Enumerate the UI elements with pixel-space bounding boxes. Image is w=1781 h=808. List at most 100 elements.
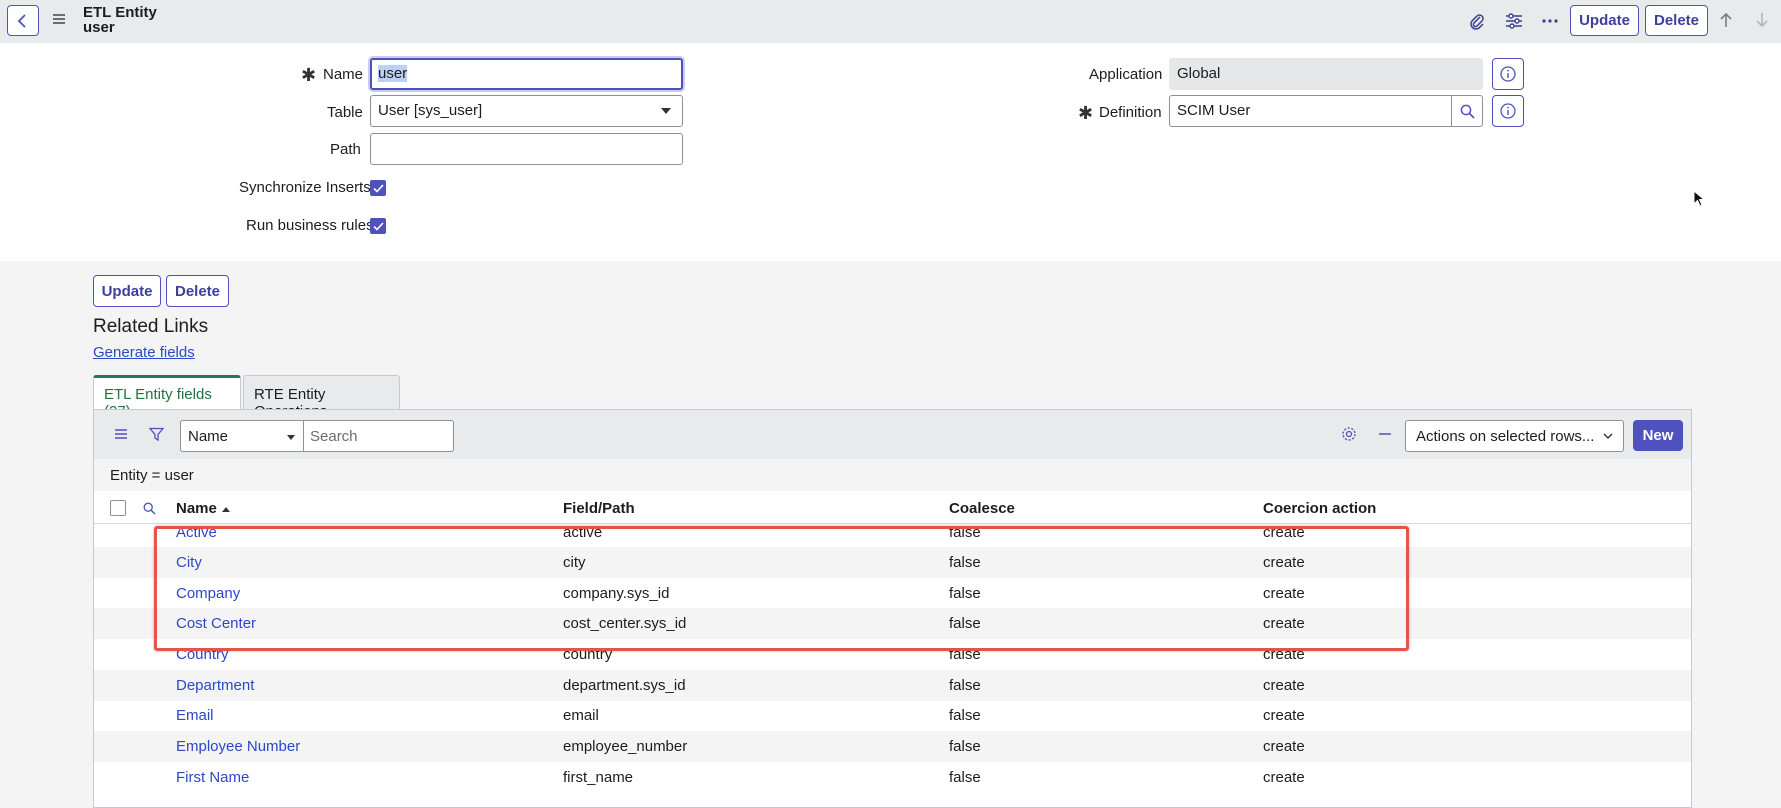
required-asterisk-icon: ✱ xyxy=(301,65,317,85)
definition-info-button[interactable] xyxy=(1492,95,1524,127)
row-coercion: create xyxy=(1263,646,1305,663)
checkmark-icon xyxy=(372,221,384,231)
table-row: City city false create xyxy=(94,547,1691,578)
gear-icon[interactable] xyxy=(1340,425,1358,443)
more-options-icon[interactable] xyxy=(1540,11,1560,31)
bottom-update-button[interactable]: Update xyxy=(93,275,161,307)
context-menu-icon[interactable] xyxy=(51,11,67,27)
row-coalesce: false xyxy=(949,554,981,571)
chevron-down-icon xyxy=(1603,433,1613,439)
row-coalesce: false xyxy=(949,707,981,724)
row-coalesce: false xyxy=(949,646,981,663)
row-name-link[interactable]: Email xyxy=(176,707,214,724)
row-name-link[interactable]: Company xyxy=(176,585,240,602)
name-input[interactable]: user xyxy=(370,58,683,90)
actions-select[interactable]: Actions on selected rows... xyxy=(1405,420,1624,452)
info-icon xyxy=(1500,103,1516,119)
column-header-field-path[interactable]: Field/Path xyxy=(563,500,635,517)
application-value: Global xyxy=(1177,65,1221,82)
search-placeholder: Search xyxy=(310,428,358,445)
list-search-input[interactable]: Search xyxy=(304,420,454,452)
list-menu-icon[interactable] xyxy=(112,425,130,443)
table-row: Cost Center cost_center.sys_id false cre… xyxy=(94,608,1691,639)
row-name-link[interactable]: First Name xyxy=(176,769,249,786)
bottom-delete-button[interactable]: Delete xyxy=(166,275,229,307)
table-row: Department department.sys_id false creat… xyxy=(94,670,1691,701)
run-rules-label: Run business rules xyxy=(246,217,374,234)
info-icon xyxy=(1500,66,1516,82)
row-name-link[interactable]: Cost Center xyxy=(176,615,256,632)
search-field-select[interactable]: Name xyxy=(180,420,304,452)
path-input[interactable] xyxy=(370,133,683,165)
row-path: department.sys_id xyxy=(563,677,686,694)
row-path: email xyxy=(563,707,599,724)
definition-value: SCIM User xyxy=(1177,102,1251,119)
back-button[interactable] xyxy=(7,5,39,36)
delete-button[interactable]: Delete xyxy=(1645,5,1708,36)
arrow-down-icon[interactable] xyxy=(1753,11,1771,29)
column-header-name-label: Name xyxy=(176,500,217,517)
filter-icon[interactable] xyxy=(147,425,165,443)
sync-inserts-label: Synchronize Inserts xyxy=(239,179,371,196)
application-field: Global xyxy=(1169,58,1483,90)
chevron-left-icon xyxy=(17,13,26,28)
row-name-link[interactable]: Employee Number xyxy=(176,738,300,755)
paperclip-icon[interactable] xyxy=(1467,11,1487,31)
sort-ascending-icon xyxy=(221,506,230,512)
sliders-icon[interactable] xyxy=(1504,11,1524,31)
row-name-link[interactable]: Department xyxy=(176,677,254,694)
chevron-down-icon xyxy=(287,435,295,440)
row-coercion: create xyxy=(1263,524,1305,541)
related-list: Name Search Actions on selected rows... … xyxy=(93,409,1692,808)
row-coalesce: false xyxy=(949,524,981,541)
column-header-name[interactable]: Name xyxy=(176,500,230,517)
column-header-coalesce[interactable]: Coalesce xyxy=(949,500,1015,517)
definition-label: Definition xyxy=(1099,104,1162,121)
run-rules-checkbox[interactable] xyxy=(370,218,386,234)
select-all-checkbox[interactable] xyxy=(110,500,126,516)
page-title: ETL Entity user xyxy=(83,5,157,35)
row-coercion: create xyxy=(1263,615,1305,632)
name-label: Name xyxy=(323,66,364,83)
row-coercion: create xyxy=(1263,677,1305,694)
row-coalesce: false xyxy=(949,769,981,786)
actions-value: Actions on selected rows... xyxy=(1416,428,1595,445)
row-coercion: create xyxy=(1263,738,1305,755)
row-coalesce: false xyxy=(949,615,981,632)
collapse-icon[interactable] xyxy=(1376,425,1394,443)
table-select[interactable]: User [sys_user] xyxy=(370,95,683,127)
mouse-cursor-icon xyxy=(1693,190,1705,207)
related-links-title: Related Links xyxy=(93,316,209,337)
definition-input[interactable]: SCIM User xyxy=(1169,95,1452,127)
record-form: ✱ Name user Table User [sys_user] Path S… xyxy=(0,43,1781,261)
sync-inserts-checkbox[interactable] xyxy=(370,180,386,196)
form-header: ETL Entity user Update Delete xyxy=(0,0,1781,43)
row-path: city xyxy=(563,554,586,571)
new-button[interactable]: New xyxy=(1633,420,1683,451)
application-info-button[interactable] xyxy=(1492,58,1524,90)
search-icon[interactable] xyxy=(140,499,158,517)
table-row: Country country false create xyxy=(94,639,1691,670)
column-header-coercion-action[interactable]: Coercion action xyxy=(1263,500,1376,517)
row-name-link[interactable]: City xyxy=(176,554,202,571)
row-coercion: create xyxy=(1263,554,1305,571)
row-coercion: create xyxy=(1263,769,1305,786)
record-name: user xyxy=(83,19,115,36)
table-label: Table xyxy=(327,104,363,121)
table-row: First Name first_name false create xyxy=(94,762,1691,793)
arrow-up-icon[interactable] xyxy=(1717,11,1735,29)
table-value: User [sys_user] xyxy=(378,102,483,119)
tab-rte-entity-operations[interactable]: RTE Entity Operations xyxy=(243,375,400,420)
row-name-link[interactable]: Country xyxy=(176,646,229,663)
table-row: Employee Number employee_number false cr… xyxy=(94,731,1691,762)
row-path: cost_center.sys_id xyxy=(563,615,687,632)
tab-etl-entity-fields[interactable]: ETL Entity fields (27) xyxy=(93,375,241,420)
application-label: Application xyxy=(1089,66,1163,83)
update-button[interactable]: Update xyxy=(1570,5,1639,36)
table-row: Company company.sys_id false create xyxy=(94,578,1691,609)
definition-lookup-button[interactable] xyxy=(1452,95,1483,127)
breadcrumb: Entity = user xyxy=(94,459,1691,491)
row-name-link[interactable]: Active xyxy=(176,524,217,541)
generate-fields-link[interactable]: Generate fields xyxy=(93,344,195,361)
name-value: user xyxy=(378,65,408,82)
